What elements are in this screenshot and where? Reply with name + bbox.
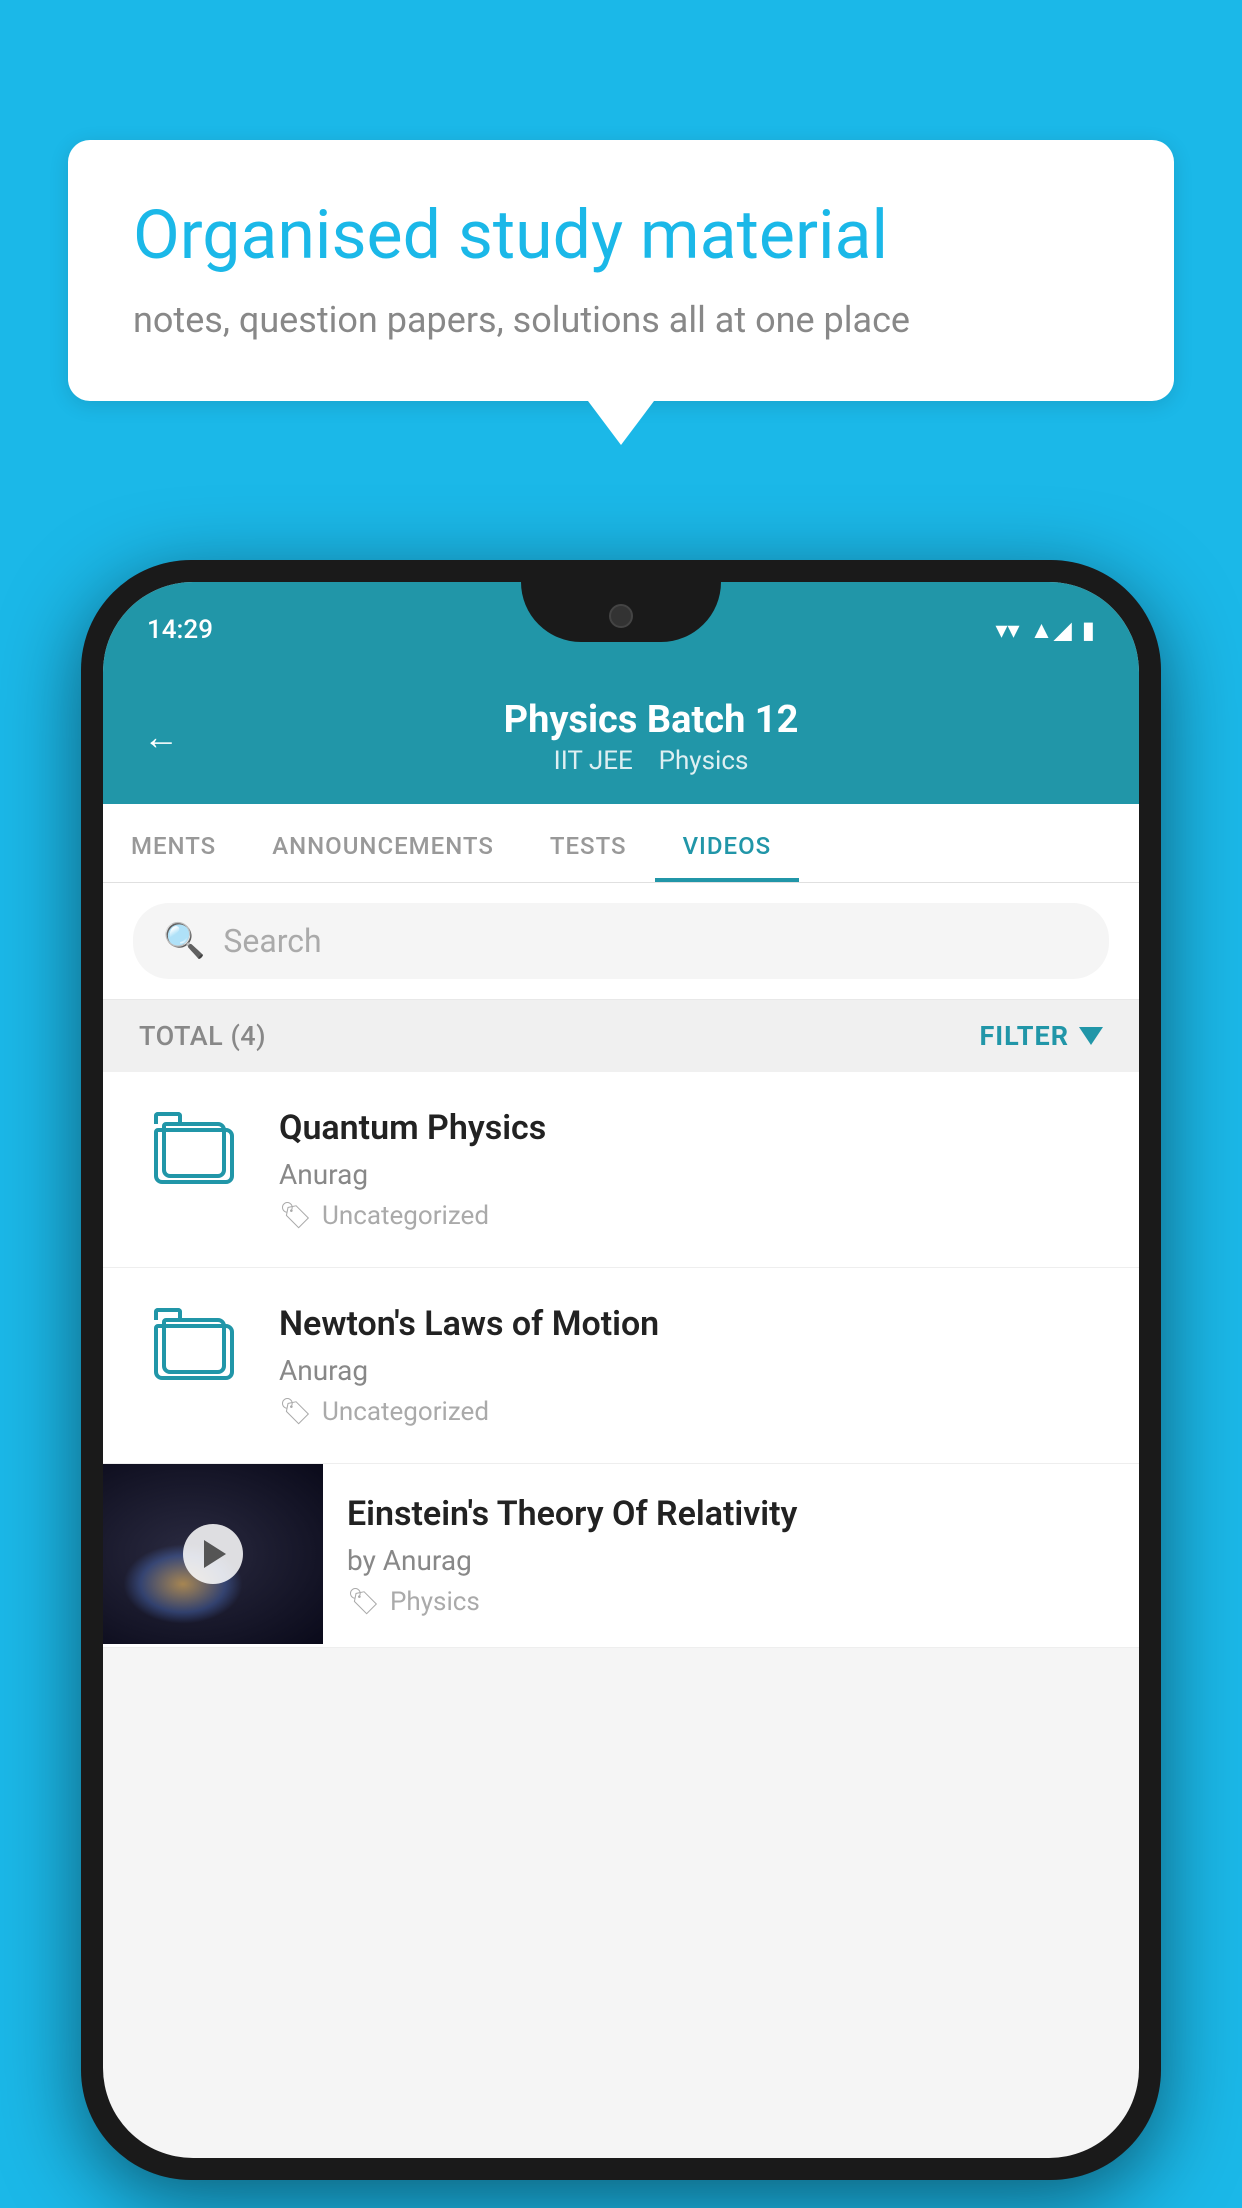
header-text: Physics Batch 12 IIT JEE Physics xyxy=(203,698,1099,776)
video-tag: 🏷 Uncategorized xyxy=(279,1201,1103,1231)
video-icon-wrap xyxy=(139,1304,249,1380)
filter-button[interactable]: FILTER xyxy=(979,1020,1103,1052)
speech-bubble-subtitle: notes, question papers, solutions all at… xyxy=(133,299,1109,341)
video-info: Newton's Laws of Motion Anurag 🏷 Uncateg… xyxy=(279,1304,1103,1427)
header-subtitle: IIT JEE Physics xyxy=(203,746,1099,776)
speech-bubble-container: Organised study material notes, question… xyxy=(68,140,1174,401)
video-author: Anurag xyxy=(279,1354,1103,1387)
folder-icon xyxy=(154,1308,234,1380)
video-title: Einstein's Theory Of Relativity xyxy=(347,1494,1109,1534)
search-bar[interactable]: 🔍 Search xyxy=(133,903,1109,979)
phone-outer: 14:29 ▾▾ ▲◢ ▮ ← Physics Batch 12 IIT JEE xyxy=(81,560,1161,2180)
speech-bubble-title: Organised study material xyxy=(133,195,1109,277)
list-item[interactable]: Newton's Laws of Motion Anurag 🏷 Uncateg… xyxy=(103,1268,1139,1464)
search-input[interactable]: Search xyxy=(223,922,1079,960)
wifi-icon: ▾▾ xyxy=(995,616,1019,644)
video-tag: 🏷 Physics xyxy=(347,1587,1109,1617)
battery-icon: ▮ xyxy=(1082,616,1095,644)
tab-tests[interactable]: TESTS xyxy=(522,804,655,882)
search-section: 🔍 Search xyxy=(103,883,1139,1000)
video-title: Quantum Physics xyxy=(279,1108,1103,1148)
video-tag: 🏷 Uncategorized xyxy=(279,1397,1103,1427)
play-icon xyxy=(204,1540,226,1568)
list-item[interactable]: Einstein's Theory Of Relativity by Anura… xyxy=(103,1464,1139,1648)
tag-label: Uncategorized xyxy=(322,1397,489,1427)
video-author: by Anurag xyxy=(347,1544,1109,1577)
list-item[interactable]: Quantum Physics Anurag 🏷 Uncategorized xyxy=(103,1072,1139,1268)
search-icon: 🔍 xyxy=(163,921,205,961)
filter-bar: TOTAL (4) FILTER xyxy=(103,1000,1139,1072)
video-list: Quantum Physics Anurag 🏷 Uncategorized xyxy=(103,1072,1139,1648)
tag-icon: 🏷 xyxy=(347,1587,380,1617)
tab-videos[interactable]: VIDEOS xyxy=(655,804,800,882)
video-info: Einstein's Theory Of Relativity by Anura… xyxy=(323,1464,1139,1647)
app-header: ← Physics Batch 12 IIT JEE Physics xyxy=(103,678,1139,804)
video-title: Newton's Laws of Motion xyxy=(279,1304,1103,1344)
tag-icon: 🏷 xyxy=(279,1201,312,1231)
header-title: Physics Batch 12 xyxy=(203,698,1099,742)
header-subtitle-part2: Physics xyxy=(659,746,749,776)
filter-label: FILTER xyxy=(979,1020,1069,1052)
status-time: 14:29 xyxy=(147,615,213,645)
phone-container: 14:29 ▾▾ ▲◢ ▮ ← Physics Batch 12 IIT JEE xyxy=(81,560,1161,2180)
video-author: Anurag xyxy=(279,1158,1103,1191)
video-icon-wrap xyxy=(139,1108,249,1184)
speech-bubble: Organised study material notes, question… xyxy=(68,140,1174,401)
folder-icon xyxy=(154,1112,234,1184)
phone-screen: 14:29 ▾▾ ▲◢ ▮ ← Physics Batch 12 IIT JEE xyxy=(103,582,1139,2158)
signal-icon: ▲◢ xyxy=(1030,616,1072,645)
tabs-bar: MENTS ANNOUNCEMENTS TESTS VIDEOS xyxy=(103,804,1139,883)
status-bar: 14:29 ▾▾ ▲◢ ▮ xyxy=(103,582,1139,678)
total-count: TOTAL (4) xyxy=(139,1020,266,1052)
tab-ments[interactable]: MENTS xyxy=(103,804,244,882)
play-button[interactable] xyxy=(183,1524,243,1584)
tag-label: Physics xyxy=(390,1587,480,1617)
filter-icon xyxy=(1079,1027,1103,1045)
video-thumbnail xyxy=(103,1464,323,1644)
tag-icon: 🏷 xyxy=(279,1397,312,1427)
notch xyxy=(521,582,721,642)
video-info: Quantum Physics Anurag 🏷 Uncategorized xyxy=(279,1108,1103,1231)
tag-label: Uncategorized xyxy=(322,1201,489,1231)
tab-announcements[interactable]: ANNOUNCEMENTS xyxy=(244,804,522,882)
camera-icon xyxy=(609,604,633,628)
status-icons: ▾▾ ▲◢ ▮ xyxy=(995,616,1095,645)
back-button[interactable]: ← xyxy=(143,719,179,755)
header-subtitle-part1: IIT JEE xyxy=(554,746,633,776)
